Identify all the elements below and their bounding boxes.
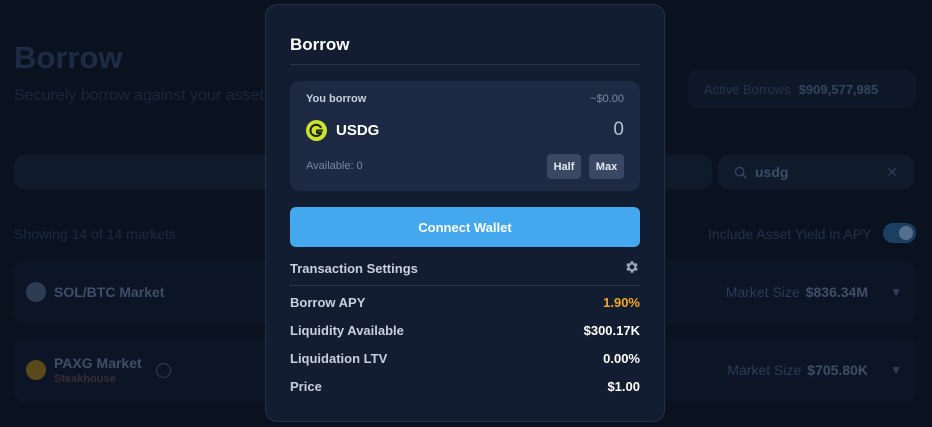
yield-toggle[interactable] [883, 223, 916, 243]
divider [290, 285, 640, 286]
amount-input[interactable] [474, 119, 624, 141]
yield-toggle-label: Include Asset Yield in APY [708, 226, 872, 242]
chevron-down-icon[interactable]: ▼ [890, 285, 902, 299]
info-icon[interactable] [155, 362, 171, 378]
connect-wallet-button[interactable]: Connect Wallet [290, 207, 640, 247]
market-icon [26, 282, 46, 302]
stat-liquidity-available: Liquidity Available $300.17K [290, 323, 640, 341]
usdg-logo-icon [306, 120, 327, 141]
token-symbol: USDG [336, 122, 380, 139]
market-size: Market Size $836.34M [726, 284, 868, 300]
active-borrows-stat: Active Borrows $909,577,985 [688, 70, 916, 108]
stat-value: 0.00% [603, 351, 640, 366]
market-size-label: Market Size [725, 284, 800, 300]
borrow-input-panel: You borrow ~$0.00 USDG Available: 0 Half… [290, 81, 640, 191]
market-name: PAXG Market [54, 355, 142, 371]
stat-liquidation-ltv: Liquidation LTV 0.00% [290, 351, 640, 369]
chevron-down-icon[interactable]: ▼ [890, 363, 902, 377]
gear-icon[interactable] [624, 259, 640, 275]
half-button[interactable]: Half [547, 154, 581, 179]
modal-title: Borrow [290, 35, 350, 54]
curator-label: Steakhouse [54, 373, 116, 385]
search-box[interactable]: usdg ✕ [718, 155, 914, 189]
available-balance: Available: 0 [306, 160, 363, 172]
stat-borrow-apy: Borrow APY 1.90% [290, 295, 640, 313]
market-name: SOL/BTC Market [54, 284, 165, 300]
stat-label: Liquidity Available [290, 323, 404, 338]
search-icon [734, 166, 747, 179]
borrow-modal: Borrow You borrow ~$0.00 USDG Available:… [265, 4, 665, 422]
market-size-label: Market Size [727, 362, 802, 378]
page-subtitle: Securely borrow against your asset [14, 87, 264, 104]
active-borrows-value: $909,577,985 [798, 81, 879, 97]
active-borrows-label: Active Borrows [704, 81, 791, 97]
search-input[interactable]: usdg [755, 164, 788, 180]
stat-label: Borrow APY [290, 295, 366, 310]
transaction-settings-label: Transaction Settings [290, 261, 418, 276]
stat-value: $1.00 [607, 379, 640, 394]
close-icon[interactable]: ✕ [886, 164, 898, 181]
stat-value: $300.17K [583, 323, 640, 338]
stat-label: Price [290, 379, 322, 394]
divider [290, 64, 640, 65]
market-name-group: PAXG Market Steakhouse [54, 355, 142, 385]
stat-value: 1.90% [603, 295, 640, 310]
market-size-value: $836.34M [805, 284, 868, 300]
you-borrow-label: You borrow [306, 93, 367, 105]
market-size-value: $705.80K [807, 362, 868, 378]
page-title: Borrow [14, 40, 123, 75]
stat-label: Liquidation LTV [290, 351, 388, 366]
market-size: Market Size $705.80K [727, 362, 868, 378]
stat-price: Price $1.00 [290, 379, 640, 397]
max-button[interactable]: Max [589, 154, 624, 179]
market-icon [26, 360, 46, 380]
token-selector[interactable]: USDG [306, 120, 379, 141]
showing-count: Showing 14 of 14 markets [14, 226, 176, 242]
usd-estimate: ~$0.00 [590, 93, 624, 105]
